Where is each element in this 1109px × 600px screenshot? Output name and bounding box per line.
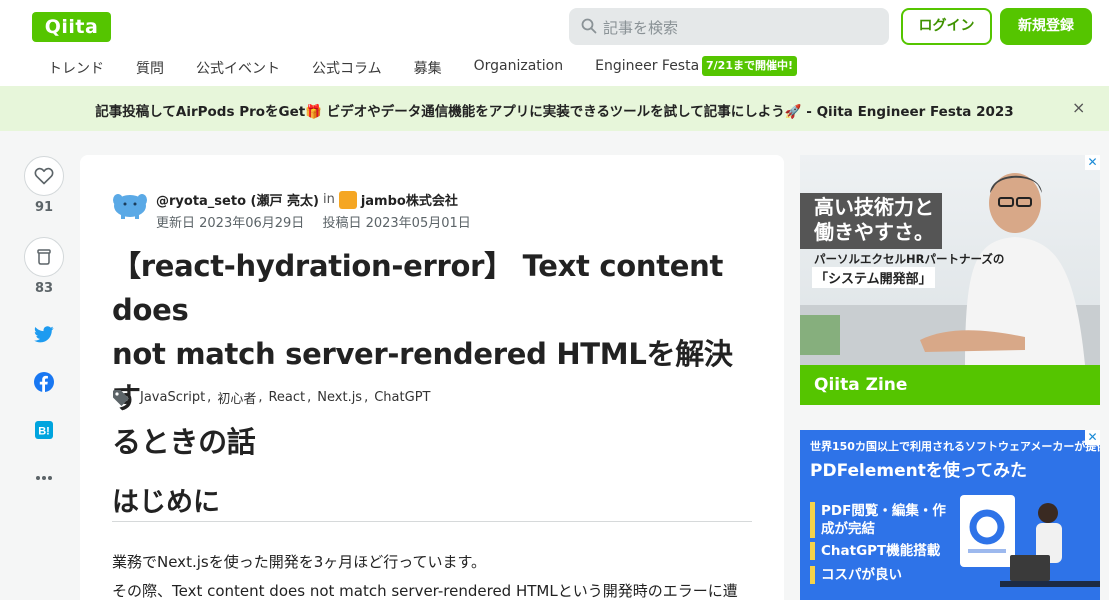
- organization-name[interactable]: jambo株式会社: [361, 190, 458, 209]
- heading-divider: [112, 521, 752, 522]
- nav-item-trend[interactable]: トレンド: [32, 50, 120, 84]
- tag-javascript[interactable]: JavaScript: [140, 390, 205, 405]
- ad-subtitle: パーソルエクセルHRパートナーズの: [814, 252, 1005, 266]
- promo-banner[interactable]: 記事投稿してAirPods ProをGet🎁 ビデオやデータ通信機能をアプリに実…: [0, 86, 1109, 131]
- tag-beginner[interactable]: 初心者: [217, 388, 256, 407]
- ad2-feature: ChatGPT機能搭載: [810, 542, 950, 560]
- festa-badge: 7/21まで開催中!: [702, 56, 797, 76]
- qiita-logo[interactable]: Qiita: [32, 12, 111, 42]
- hatena-bookmark-icon[interactable]: B!: [34, 420, 54, 440]
- nav-item-events[interactable]: 公式イベント: [180, 50, 296, 84]
- ad-headline-line: 働きやすさ。: [814, 220, 934, 244]
- tag-nextjs[interactable]: Next.js: [317, 390, 362, 405]
- nav-item-engineer-festa[interactable]: Engineer Festa: [579, 50, 715, 84]
- tag-react[interactable]: React: [268, 390, 305, 405]
- stock-button[interactable]: [24, 237, 64, 277]
- search-icon: [581, 18, 597, 34]
- author-line: @ryota_seto (瀬戸 亮太) in jambo株式会社: [156, 190, 458, 209]
- facebook-share-icon[interactable]: [34, 372, 54, 392]
- ad-persol[interactable]: 高い技術力と 働きやすさ。 パーソルエクセルHRパートナーズの 「システム開発部…: [800, 155, 1100, 405]
- nav-item-questions[interactable]: 質問: [120, 50, 180, 84]
- like-count: 91: [34, 200, 54, 215]
- ad2-feature: PDF閲覧・編集・作成が完結: [810, 502, 950, 538]
- title-line: るときの話: [112, 425, 256, 459]
- ad2-feature: コスパが良い: [810, 566, 950, 584]
- ad-pdfelement[interactable]: 世界150カ国以上で利用されるソフトウェアメーカーが提供 PDFelementを…: [800, 430, 1100, 600]
- section-heading: はじめに: [112, 487, 220, 518]
- tag-icon: [113, 389, 129, 406]
- author-name[interactable]: @ryota_seto (瀬戸 亮太): [156, 190, 319, 209]
- signup-button[interactable]: 新規登録: [1000, 8, 1092, 45]
- banner-text: 記事投稿してAirPods ProをGet🎁 ビデオやデータ通信機能をアプリに実…: [95, 104, 1014, 120]
- like-button[interactable]: [24, 156, 64, 196]
- search-input[interactable]: 記事を検索: [569, 8, 889, 45]
- ad2-tagline: 世界150カ国以上で利用されるソフトウェアメーカーが提供: [810, 440, 1100, 453]
- article-dates: 更新日 2023年06月29日 投稿日 2023年05月01日: [156, 212, 485, 231]
- article-title: 【react-hydration-error】 Text content doe…: [112, 244, 752, 464]
- main-nav: トレンド 質問 公式イベント 公式コラム 募集 Organization Eng…: [32, 50, 715, 84]
- ad-brand-bar: Qiita Zine: [800, 365, 1100, 405]
- ad-close-icon[interactable]: ✕: [1085, 430, 1100, 445]
- author-avatar[interactable]: [112, 188, 148, 220]
- ad-headline-line: 高い技術力と: [814, 195, 934, 219]
- nav-item-columns[interactable]: 公式コラム: [296, 50, 398, 84]
- heart-icon: [34, 167, 54, 185]
- title-line: 【react-hydration-error】 Text content doe…: [112, 249, 724, 327]
- svg-text:B!: B!: [38, 426, 50, 438]
- organization-icon: [338, 190, 357, 209]
- search-placeholder: 記事を検索: [603, 19, 679, 37]
- ad2-illustration: [960, 495, 1100, 587]
- ad-headline: 高い技術力と 働きやすさ。: [800, 193, 942, 249]
- banner-close-icon[interactable]: ×: [1072, 98, 1085, 117]
- nav-item-recruit[interactable]: 募集: [398, 50, 458, 84]
- stock-icon: [37, 249, 51, 265]
- updated-date: 更新日 2023年06月29日: [156, 216, 305, 231]
- posted-date: 投稿日 2023年05月01日: [322, 216, 471, 231]
- stock-count: 83: [34, 281, 54, 296]
- body-paragraph: その際、Text content does not match server-r…: [112, 582, 738, 600]
- more-options-icon[interactable]: [34, 468, 54, 488]
- twitter-share-icon[interactable]: [34, 324, 54, 344]
- ad2-title: PDFelementを使ってみた: [810, 461, 1028, 481]
- ad-subtitle-strong: 「システム開発部」: [812, 267, 935, 288]
- ad-close-icon[interactable]: ✕: [1085, 155, 1100, 170]
- site-header: Qiita 記事を検索 ログイン 新規登録 トレンド 質問 公式イベント 公式コ…: [0, 0, 1109, 86]
- nav-item-organization[interactable]: Organization: [458, 50, 580, 84]
- author-in-label: in: [322, 192, 335, 207]
- body-paragraph: 業務でNext.jsを使った開発を3ヶ月ほど行っています。: [112, 553, 486, 571]
- tag-chatgpt[interactable]: ChatGPT: [374, 390, 430, 405]
- tag-list: JavaScript, 初心者, React, Next.js, ChatGPT: [112, 388, 432, 407]
- login-button[interactable]: ログイン: [901, 8, 992, 45]
